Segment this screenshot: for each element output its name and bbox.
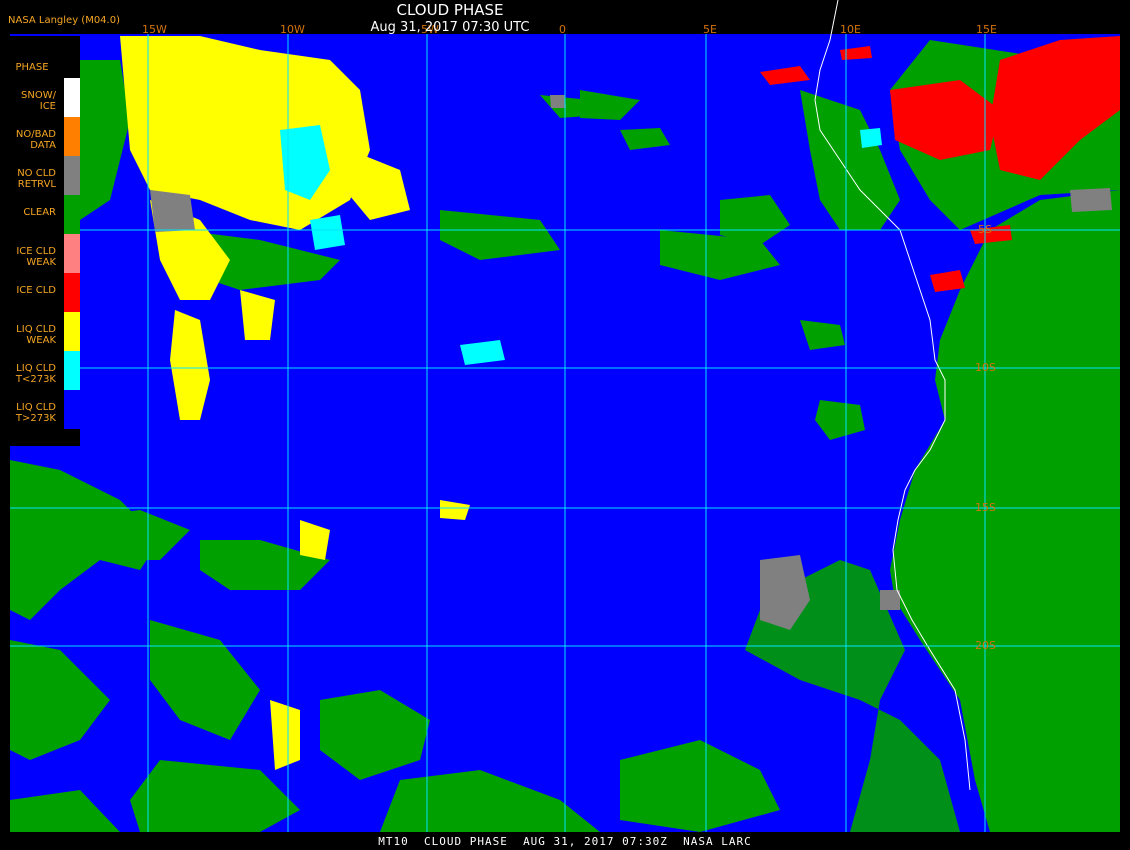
map-datetime: Aug 31, 2017 07:30 UTC	[370, 20, 530, 35]
legend-swatch	[64, 273, 80, 312]
legend-swatch	[64, 156, 80, 195]
lat-label-5s: 5S	[978, 223, 992, 236]
legend-label: NO CLD RETRVL	[17, 168, 56, 190]
legend-label: ICE CLD	[16, 285, 56, 296]
legend-label: LIQ CLD T>273K	[15, 402, 56, 424]
legend-label: CLEAR	[23, 207, 56, 218]
legend-swatch	[64, 78, 80, 117]
legend-label: NO/BAD DATA	[15, 129, 56, 151]
legend-label: LIQ CLD WEAK	[16, 324, 56, 346]
footer-caption: MT10 CLOUD PHASE AUG 31, 2017 07:30Z NAS…	[378, 835, 752, 848]
legend-label: ICE CLD WEAK	[16, 246, 56, 268]
legend-swatch	[64, 195, 80, 234]
legend-swatch	[64, 312, 80, 351]
map-title: CLOUD PHASE	[396, 1, 504, 19]
lat-label-10s: 10S	[975, 361, 996, 374]
legend-label: LIQ CLD T<273K	[15, 363, 56, 385]
legend: PHASE SNOW/ ICE NO/BAD DATA NO CLD RETRVL C…	[8, 36, 80, 446]
legend-swatch	[64, 351, 80, 390]
cloud-phase-map: 15W 10W 5W 0 5E 10E 15E 5S 10S 15S 20S	[10, 0, 1120, 832]
legend-title: PHASE	[15, 62, 49, 73]
legend-swatch	[64, 234, 80, 273]
legend-label: SNOW/ ICE	[21, 90, 56, 112]
lat-label-15s: 15S	[975, 501, 996, 514]
legend-swatch	[64, 117, 80, 156]
lat-label-20s: 20S	[975, 639, 996, 652]
legend-swatch	[64, 390, 80, 429]
lon-label-15e: 15E	[976, 23, 997, 36]
